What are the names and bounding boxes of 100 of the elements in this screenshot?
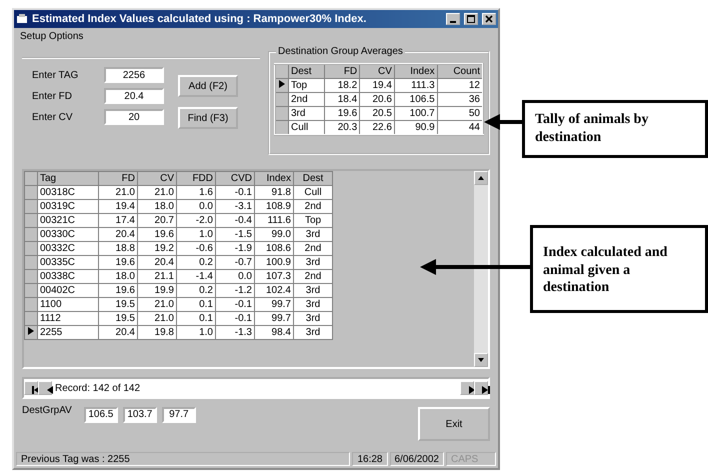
callout-text: Tally of animals by destination	[535, 111, 650, 146]
table-cell: 00338C	[38, 270, 98, 284]
table-cell: 0.0	[176, 200, 216, 214]
column-header: FD	[98, 172, 138, 186]
table-cell: 99.7	[254, 312, 294, 326]
table-cell: 21.1	[138, 270, 176, 284]
table-cell: 20.5	[360, 106, 394, 120]
group-title: Destination Group Averages	[276, 46, 405, 57]
action-button[interactable]: Add (F2)	[178, 75, 238, 97]
table-cell: 102.4	[254, 284, 294, 298]
table-cell: 0.2	[176, 284, 216, 298]
table-cell: 100.7	[394, 106, 438, 120]
action-button[interactable]: Find (F3)	[178, 107, 238, 129]
column-header: Count	[437, 64, 483, 78]
table-cell: 19.6	[98, 284, 138, 298]
row-pointer-icon	[279, 80, 285, 88]
column-header: CVD	[216, 172, 254, 186]
table-cell: 20.4	[138, 256, 176, 270]
table-cell: 3rd	[294, 228, 332, 242]
table-cell: Top	[294, 214, 332, 228]
maximize-button[interactable]	[464, 13, 478, 25]
table-cell: 99.7	[254, 298, 294, 312]
table-cell: 00319C	[38, 200, 98, 214]
table-cell: 17.4	[98, 214, 138, 228]
last-icon	[481, 385, 491, 395]
status-date: 6/06/2002	[390, 452, 444, 466]
table-cell: 0.2	[176, 256, 216, 270]
field-label: Enter FD	[32, 90, 74, 102]
table-cell: 2nd	[294, 200, 332, 214]
table-cell: 106.5	[394, 92, 438, 106]
table-cell: 20.4	[98, 326, 138, 340]
table-cell: 2nd	[288, 92, 325, 106]
value-field: 103.7	[122, 407, 157, 423]
value-field: 97.7	[162, 407, 196, 423]
table-cell: 18.8	[98, 242, 138, 256]
right-arrow-icon	[467, 385, 477, 395]
minimize-button[interactable]	[446, 13, 460, 25]
table-cell: 3rd	[294, 298, 332, 312]
row-selector[interactable]	[24, 326, 38, 340]
column-header: Dest	[288, 64, 325, 78]
table-cell: 1112	[38, 312, 98, 326]
column-header: FDD	[176, 172, 216, 186]
table-cell: Cull	[294, 186, 332, 200]
table-cell: -1.3	[216, 326, 254, 340]
table-cell: 3rd	[294, 284, 332, 298]
column-header: Tag	[38, 172, 98, 186]
app-icon	[16, 13, 28, 25]
last-record-button[interactable]	[474, 381, 488, 395]
next-record-button[interactable]	[460, 381, 474, 395]
header-corner	[275, 64, 288, 78]
column-header: Dest	[294, 172, 332, 186]
table-cell: -0.1	[216, 186, 254, 200]
table-cell: -0.1	[216, 298, 254, 312]
input-field[interactable]: 20	[104, 109, 164, 125]
table-cell: 20.7	[138, 214, 176, 228]
table-cell: 36	[437, 92, 483, 106]
table-cell: 107.3	[254, 270, 294, 284]
table-cell: 1.0	[176, 228, 216, 242]
table-cell: 19.4	[98, 200, 138, 214]
left-arrow-icon	[45, 385, 55, 395]
table-cell: 18.4	[324, 92, 360, 106]
table-cell: 1100	[38, 298, 98, 312]
menu-item[interactable]: Setup Options	[20, 31, 84, 42]
scrollbar[interactable]	[474, 171, 488, 367]
table-cell: 21.0	[138, 298, 176, 312]
table-cell: 3rd	[294, 326, 332, 340]
table-cell: 12	[437, 78, 483, 92]
table-cell: 21.0	[98, 186, 138, 200]
row-selector[interactable]	[275, 78, 288, 92]
first-record-button[interactable]	[24, 381, 38, 395]
row-pointer-icon	[28, 327, 34, 335]
table-cell: 108.6	[254, 242, 294, 256]
status-time: 16:28	[352, 452, 388, 466]
close-button[interactable]	[482, 13, 496, 25]
table-cell: -3.1	[216, 200, 254, 214]
table-cell: 00318C	[38, 186, 98, 200]
field-label: Enter CV	[32, 112, 74, 122]
table-cell: 20.6	[360, 92, 394, 106]
table-cell: 19.5	[98, 312, 138, 326]
table-cell: 19.4	[360, 78, 394, 92]
input-field[interactable]: 20.4	[104, 88, 164, 104]
input-field[interactable]: 2256	[104, 67, 164, 83]
table-cell: Cull	[288, 120, 325, 135]
value-field: 106.5	[84, 407, 118, 423]
table-cell: 19.6	[324, 106, 360, 120]
table-cell: 18.0	[98, 270, 138, 284]
exit-button[interactable]: Exit	[418, 407, 490, 441]
table-cell: -0.7	[216, 256, 254, 270]
table-cell: 3rd	[294, 312, 332, 326]
column-header: CV	[360, 64, 394, 78]
table-cell: 18.2	[324, 78, 360, 92]
previous-record-button[interactable]	[38, 381, 52, 395]
table-cell: 19.9	[138, 284, 176, 298]
field-label: DestGrpAV	[22, 405, 72, 416]
status-message: Previous Tag was : 2255	[16, 452, 350, 466]
table-cell: 3rd	[288, 106, 325, 120]
callout-text: Index calculated and animal given a destination	[543, 244, 668, 296]
close-icon	[485, 15, 493, 23]
column-header: Index	[254, 172, 294, 186]
table-cell: 3rd	[294, 256, 332, 270]
